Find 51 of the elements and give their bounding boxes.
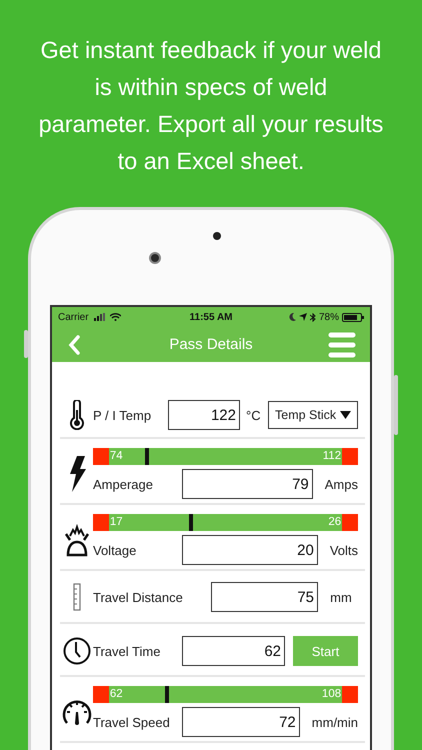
- field-label: P / I Temp: [93, 408, 152, 422]
- input-field[interactable]: 79: [182, 469, 313, 499]
- field-label: Voltage: [93, 542, 138, 558]
- range-min-label: 17: [110, 516, 123, 529]
- range-max-label: 108: [322, 688, 342, 701]
- input-field[interactable]: 20: [182, 535, 318, 565]
- signal-icon: [94, 313, 107, 321]
- range-min-label: 62: [110, 688, 123, 701]
- moon-icon: [288, 313, 296, 321]
- lightning-bolt-icon: [68, 456, 86, 492]
- field-label: Travel Distance: [93, 590, 184, 604]
- unit-label: Amps: [324, 476, 358, 492]
- clock-time: 11:55 AM: [190, 312, 232, 322]
- out-of-range-zone: [93, 686, 109, 703]
- location-arrow-icon: [298, 313, 307, 321]
- screen-title: Pass Details: [169, 336, 253, 353]
- battery-percent: 78%: [318, 312, 339, 322]
- torch-flame-icon: [62, 522, 90, 558]
- input-field[interactable]: 122: [168, 400, 240, 430]
- carrier-label: Carrier: [58, 312, 89, 322]
- camera-lens: [149, 252, 161, 264]
- unit-label: Volts: [328, 542, 358, 558]
- wifi-icon: [110, 313, 121, 321]
- out-of-range-zone: [342, 448, 358, 465]
- back-chevron-icon[interactable]: [68, 334, 80, 354]
- out-of-range-zone: [342, 514, 358, 531]
- caret-icon: [340, 411, 351, 419]
- range-max-label: 26: [328, 516, 342, 529]
- speaker-dot: [213, 232, 221, 240]
- ruler-icon: [72, 583, 80, 611]
- clock-icon: [62, 637, 90, 665]
- battery-icon: [342, 312, 364, 322]
- field-label: Travel Speed: [93, 714, 171, 730]
- unit-label: mm/min: [310, 714, 358, 730]
- headline: Get instant feedback if your weld is within specs of weld parameter. Export all your results to an Excel sheet.: [38, 36, 384, 176]
- out-of-range-zone: [93, 514, 109, 531]
- bluetooth-icon: [310, 312, 316, 322]
- out-of-range-zone: [342, 686, 358, 703]
- menu-icon[interactable]: [328, 332, 356, 358]
- range-min-label: 74: [110, 450, 123, 463]
- input-field[interactable]: 75: [211, 582, 318, 612]
- unit-label: °C: [245, 408, 262, 422]
- out-of-range-zone: [93, 448, 109, 465]
- input-field[interactable]: 72: [182, 707, 300, 737]
- input-field[interactable]: 62: [182, 636, 285, 666]
- dropdown[interactable]: Temp Stick: [268, 401, 358, 429]
- unit-label: mm: [329, 590, 353, 604]
- field-label: Travel Time: [93, 644, 162, 658]
- field-label: Amperage: [93, 476, 154, 492]
- thermometer-icon: [68, 400, 84, 430]
- range-max-label: 112: [322, 450, 342, 463]
